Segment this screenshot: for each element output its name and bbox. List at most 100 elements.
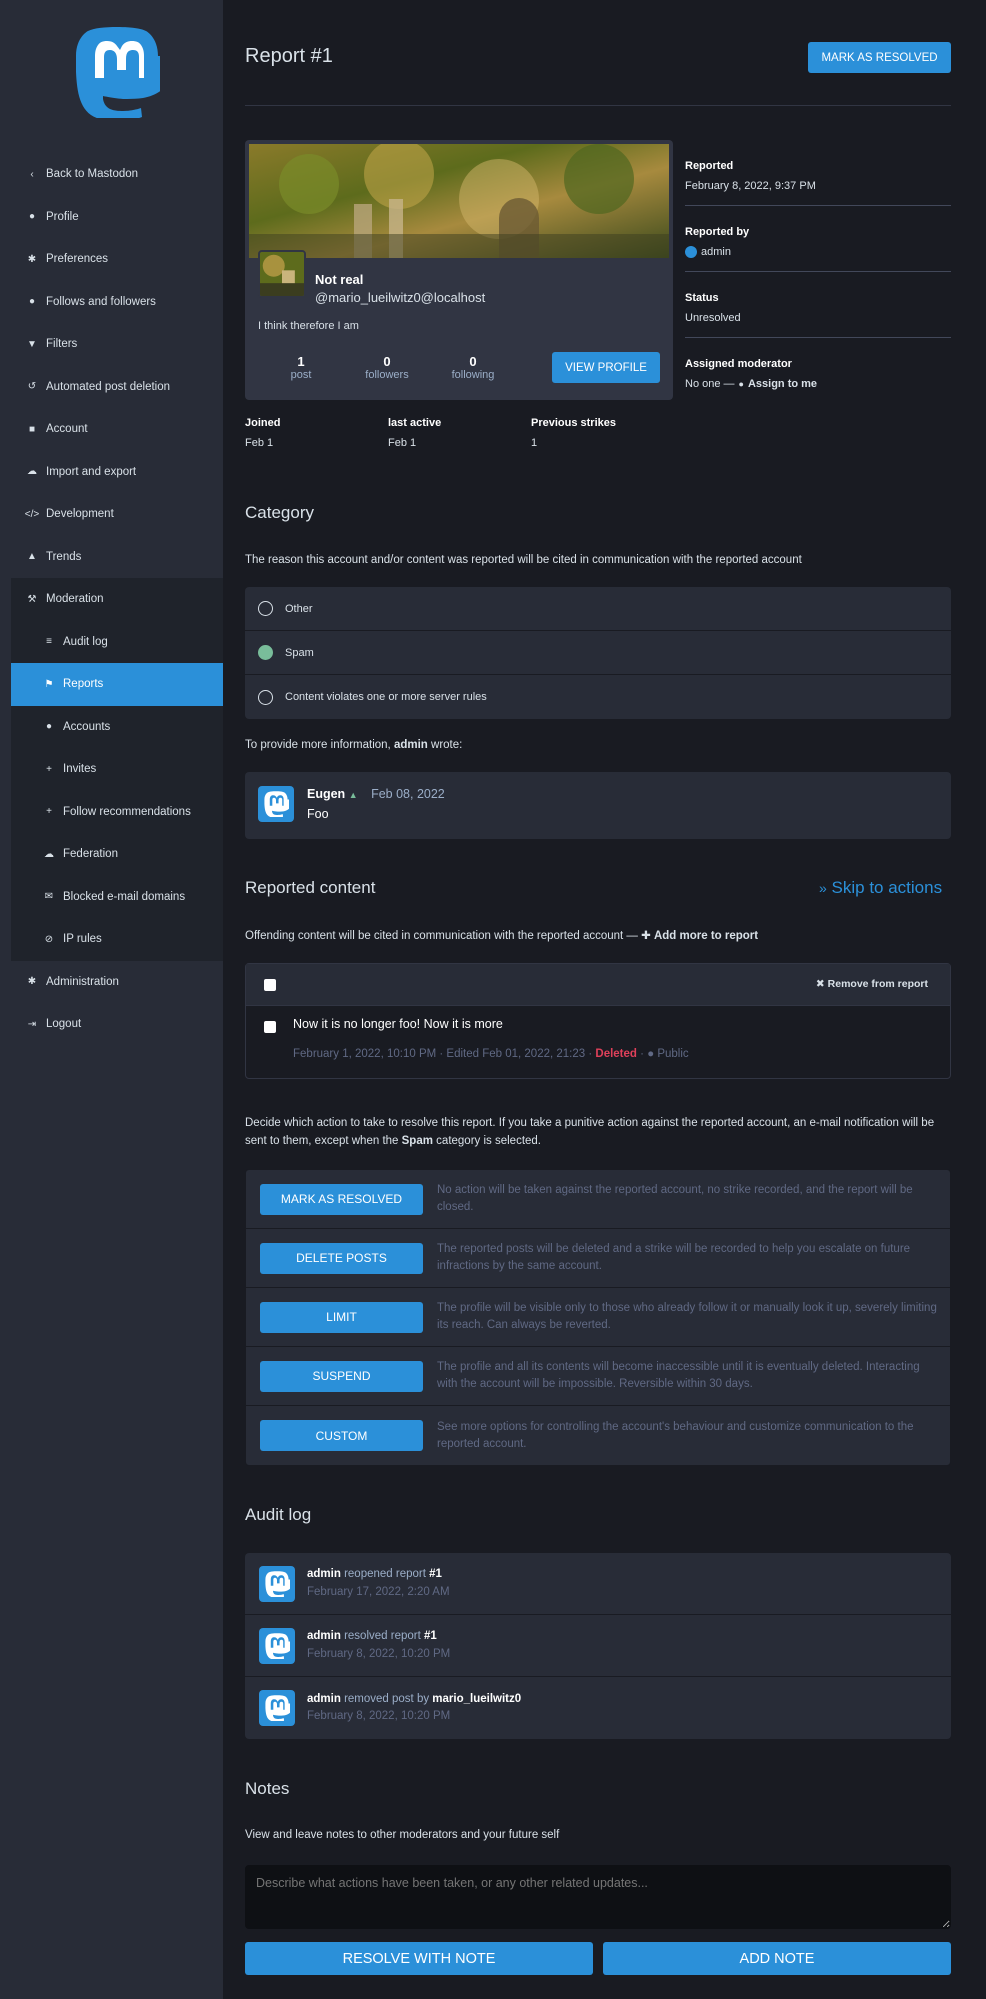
sidebar-item-administration[interactable]: ✱ Administration — [11, 961, 223, 1004]
users-icon: ● — [45, 721, 53, 733]
note-textarea[interactable] — [245, 1865, 951, 1929]
action-mark-as-resolved: Mark as resolved No action will be taken… — [246, 1170, 950, 1229]
cloud-download-icon: ☁ — [27, 466, 37, 478]
reported-posts-table: ✖ Remove from report Now it is no longer… — [245, 963, 951, 1079]
report-comment: Eugen ▲ Feb 08, 2022 Foo — [245, 772, 951, 839]
post-text: Now it is no longer foo! Now it is more — [293, 1017, 503, 1031]
sidebar-item-accounts[interactable]: ● Accounts — [11, 706, 223, 749]
eugen-avatar[interactable] — [258, 786, 294, 822]
sidebar-item-label: Follows and followers — [46, 295, 156, 308]
view-profile-button[interactable]: View profile — [552, 352, 660, 383]
sidebar-item-label: Follow recommendations — [63, 805, 191, 818]
plus-icon: ✚ — [641, 930, 651, 942]
mark-as-resolved-button[interactable]: Mark as resolved — [260, 1183, 423, 1215]
user-icon: ● — [738, 379, 744, 389]
radio-rules[interactable] — [258, 689, 273, 705]
fire-icon: ▲ — [27, 551, 37, 563]
report-info: Reported February 8, 2022, 9:37 PM Repor… — [685, 140, 951, 404]
sidebar-item-label: Blocked e-mail domains — [63, 890, 186, 903]
sidebar-item-label: Invites — [63, 763, 97, 776]
suspend-button[interactable]: Suspend — [260, 1360, 423, 1392]
sidebar-item-reports[interactable]: ⚑ Reports — [11, 663, 223, 706]
sidebar-item-audit-log[interactable]: ≡ Audit log — [11, 621, 223, 664]
category-option-spam[interactable]: Spam — [245, 631, 951, 675]
action-delete-posts: Delete posts The reported posts will be … — [246, 1229, 950, 1288]
sidebar-item-label: Account — [46, 423, 88, 436]
post-checkbox[interactable] — [264, 1021, 276, 1033]
sidebar-item-label: Administration — [46, 975, 119, 988]
delete-posts-button[interactable]: Delete posts — [260, 1242, 423, 1274]
sidebar-item-label: IP rules — [63, 933, 102, 946]
sidebar-item-follows-and-followers[interactable]: ● Follows and followers — [11, 281, 223, 324]
mastodon-logo[interactable] — [74, 26, 160, 118]
sidebar-item-automated-post-deletion[interactable]: ↺ Automated post deletion — [11, 366, 223, 409]
admin-avatar[interactable] — [259, 1565, 295, 1602]
status-info: Status Unresolved — [685, 272, 951, 338]
add-note-button[interactable]: Add note — [603, 1942, 951, 1975]
assign-to-me-link[interactable]: Assign to me — [748, 378, 817, 390]
radio-other[interactable] — [258, 601, 273, 616]
sidebar-item-profile[interactable]: ● Profile — [11, 196, 223, 239]
sidebar-item-blocked-e-mail-domains[interactable]: ✉ Blocked e-mail domains — [11, 876, 223, 919]
account-meta: Joined Feb 1 last active Feb 1 Previous … — [245, 417, 674, 449]
category-option-other[interactable]: Other — [245, 587, 951, 631]
audit-log-title: Audit log — [245, 1505, 312, 1524]
sidebar-item-ip-rules[interactable]: ⊘ IP rules — [11, 918, 223, 961]
header-divider — [245, 105, 951, 106]
sidebar-item-federation[interactable]: ☁ Federation — [11, 833, 223, 876]
sidebar-item-import-and-export[interactable]: ☁ Import and export — [11, 451, 223, 494]
sidebar-item-preferences[interactable]: ✱ Preferences — [11, 238, 223, 281]
users-icon: ● — [28, 296, 36, 308]
sidebar-item-moderation[interactable]: ⚒ Moderation — [11, 578, 223, 621]
category-description: The reason this account and/or content w… — [245, 554, 802, 566]
account-avatar[interactable] — [258, 250, 306, 298]
reported-by-link[interactable]: admin — [701, 246, 731, 258]
sidebar-item-follow-recommendations[interactable]: + Follow recommendations — [11, 791, 223, 834]
ban-icon: ⊘ — [44, 933, 54, 945]
add-more-to-report-link[interactable]: Add more to report — [654, 930, 758, 942]
sidebar-item-label: Accounts — [63, 720, 111, 733]
previous-strikes-info: Previous strikes 1 — [531, 417, 616, 449]
moderation-submenu: ≡ Audit log ⚑ Reports ● Accounts + Invites + Foll… — [11, 620, 223, 961]
last-active-info: last active Feb 1 — [388, 417, 442, 449]
account-stats: 1 post 0 followers 0 following — [258, 354, 518, 381]
skip-to-actions-link[interactable]: » Skip to actions — [819, 878, 942, 898]
sidebar-item-filters[interactable]: ▼ Filters — [11, 323, 223, 366]
audit-entry: admin resolved report #1 February 8, 202… — [245, 1615, 951, 1677]
admin-avatar[interactable] — [259, 1690, 295, 1726]
flag-icon: ⚑ — [44, 678, 54, 690]
filter-icon: ▼ — [27, 338, 37, 350]
assigned-moderator-info: Assigned moderator No one — ● Assign to … — [685, 358, 818, 390]
comment-author[interactable]: Eugen — [307, 787, 345, 801]
admin-avatar-icon — [685, 246, 697, 258]
main-content: Report #1 Mark as resolved — [223, 0, 986, 1999]
times-icon: ✖ — [815, 978, 825, 990]
remove-from-report-button[interactable]: ✖ Remove from report — [816, 978, 928, 990]
reported-content-description: Offending content will be cited in commu… — [245, 930, 759, 942]
custom-button[interactable]: Custom — [260, 1420, 423, 1451]
mastodon-icon — [265, 1570, 290, 1597]
reported-info: Reported February 8, 2022, 9:37 PM — [685, 140, 951, 206]
sidebar-item-label: Federation — [63, 848, 118, 861]
moderator-badge-icon: ▲ — [348, 790, 358, 800]
action-custom: Custom See more options for controlling … — [246, 1406, 950, 1465]
sidebar-item-development[interactable]: </> Development — [11, 493, 223, 536]
sidebar-item-invites[interactable]: + Invites — [11, 748, 223, 791]
sidebar-item-logout[interactable]: ⇥ Logout — [11, 1003, 223, 1046]
account-card: Not real @mario_lueilwitz0@localhost I t… — [245, 140, 673, 400]
category-option-rules[interactable]: Content violates one or more server rule… — [245, 675, 951, 719]
post-deleted-label: Deleted — [595, 1048, 637, 1060]
sign-out-icon: ⇥ — [27, 1018, 37, 1030]
sidebar-item-back-to-mastodon[interactable]: ‹ Back to Mastodon — [11, 153, 223, 196]
admin-avatar[interactable] — [259, 1627, 295, 1664]
sidebar-item-trends[interactable]: ▲ Trends — [11, 536, 223, 579]
sidebar-item-account[interactable]: ■ Account — [11, 408, 223, 451]
select-all-checkbox[interactable] — [264, 979, 276, 991]
user-plus-icon: + — [46, 763, 52, 775]
resolve-with-note-button[interactable]: Resolve with note — [245, 1942, 593, 1975]
radio-spam[interactable] — [258, 645, 273, 660]
sidebar-item-label: Automated post deletion — [46, 380, 171, 393]
mark-as-resolved-header-button[interactable]: Mark as resolved — [808, 42, 951, 73]
limit-button[interactable]: Limit — [260, 1301, 423, 1333]
history-icon: ↺ — [27, 381, 37, 393]
